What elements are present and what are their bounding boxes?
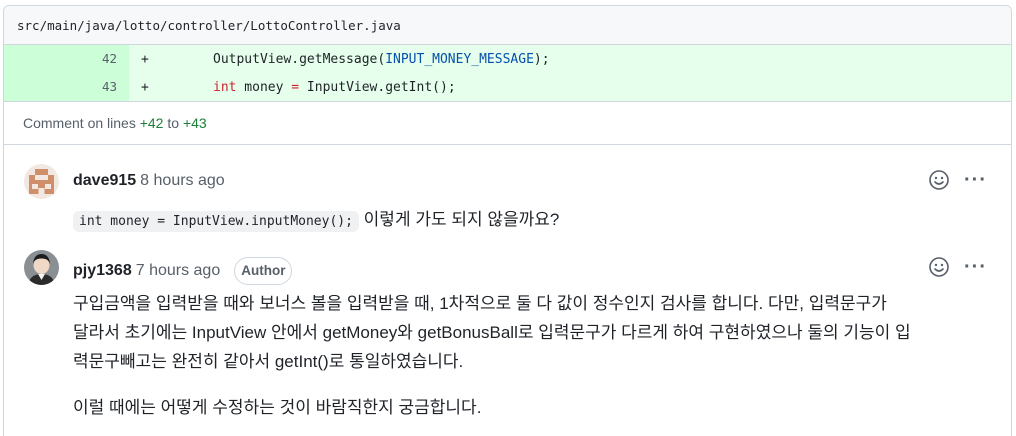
code-token: InputView.getInt();: [299, 79, 456, 95]
comment-line: 달라서 초기에는 InputView 안에서 getMoney와 getBonu…: [73, 323, 911, 342]
comment-header: dave915 8 hours ago: [73, 172, 225, 190]
line-number[interactable]: 42: [4, 45, 129, 73]
author-name[interactable]: pjy1368: [73, 262, 132, 280]
code-token: money: [236, 79, 292, 95]
comment-header: pjy1368 7 hours ago Author: [73, 257, 293, 285]
code-constant: INPUT_MONEY_MESSAGE: [385, 51, 534, 67]
code-line: OutputView.getMessage(INPUT_MONEY_MESSAG…: [213, 52, 550, 67]
timestamp[interactable]: 8 hours ago: [140, 172, 225, 190]
diff-add-marker: +: [141, 79, 149, 95]
comment-on-to: to: [167, 115, 180, 131]
smiley-icon[interactable]: [928, 169, 950, 191]
code-token: );: [533, 51, 550, 67]
inline-code: int money = InputView.inputMoney();: [73, 211, 359, 232]
diff-add-marker: +: [141, 51, 149, 67]
code-token: OutputView.getMessage(: [213, 51, 386, 67]
comment-actions: ···: [928, 256, 987, 278]
code-operator: =: [291, 79, 300, 95]
timestamp[interactable]: 7 hours ago: [136, 262, 221, 280]
kebab-horizontal-icon[interactable]: ···: [964, 170, 987, 190]
code-keyword: int: [213, 79, 237, 95]
file-path-header[interactable]: src/main/java/lotto/controller/LottoCont…: [4, 6, 1011, 45]
diff-line-42: 42 + OutputView.getMessage(INPUT_MONEY_M…: [4, 45, 1011, 73]
code-line: int money = InputView.getInt();: [213, 80, 456, 95]
comment-on-prefix: Comment on lines: [23, 115, 136, 131]
comment-paragraph: 이럴 때에는 어떻게 수정하는 것이 바람직한지 궁금합니다.: [73, 398, 482, 417]
line-number[interactable]: 43: [4, 73, 129, 101]
avatar[interactable]: [24, 164, 59, 199]
avatar[interactable]: [24, 250, 59, 285]
line-ref-end: +43: [182, 115, 207, 131]
smiley-icon[interactable]: [928, 256, 950, 278]
comment-on-lines: Comment on lines +42 to +43: [4, 101, 1011, 145]
author-name[interactable]: dave915: [73, 172, 136, 190]
comment-text: 이렇게 가도 되지 않을까요?: [363, 210, 560, 229]
comment-line: 력문구빼고는 완전히 같아서 getInt()로 통일하였습니다.: [73, 352, 464, 371]
review-thread-panel: src/main/java/lotto/controller/LottoCont…: [3, 5, 1012, 436]
comment-line: 구입금액을 입력받을 때와 보너스 볼을 입력받을 때, 1차적으로 둘 다 값…: [73, 294, 887, 313]
author-badge: Author: [234, 257, 293, 285]
comment-body: int money = InputView.inputMoney(); 이렇게 …: [73, 205, 559, 236]
comment-actions: ···: [928, 169, 987, 191]
file-path[interactable]: src/main/java/lotto/controller/LottoCont…: [17, 18, 401, 33]
kebab-horizontal-icon[interactable]: ···: [964, 257, 987, 277]
line-ref-start: +42: [139, 115, 164, 131]
comment-body: 구입금액을 입력받을 때와 보너스 볼을 입력받을 때, 1차적으로 둘 다 값…: [73, 289, 993, 422]
diff-line-43: 43 + int money = InputView.getInt();: [4, 73, 1011, 101]
